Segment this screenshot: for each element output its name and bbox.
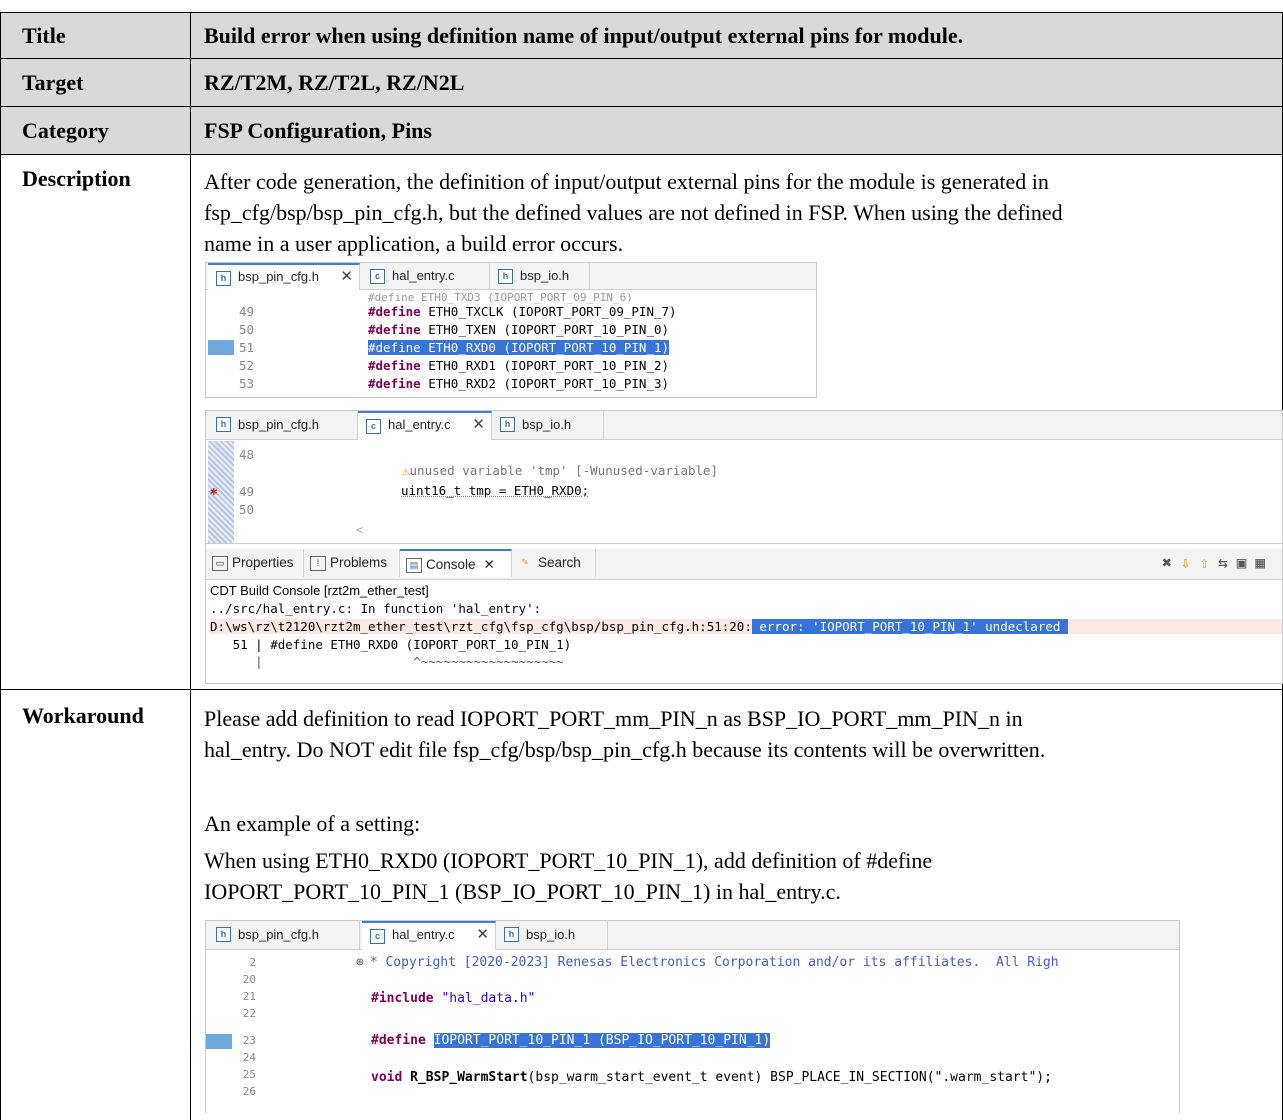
- target-value: RZ/T2M, RZ/T2L, RZ/N2L: [204, 70, 465, 95]
- selected-line: #define ETH0_RXD0 (IOPORT_PORT_10_PIN_1): [368, 340, 670, 355]
- clear-icon[interactable]: ✖: [1162, 553, 1181, 572]
- close-icon[interactable]: ✕: [472, 413, 485, 437]
- target-row: Target RZ/T2M, RZ/T2L, RZ/N2L: [0, 59, 1283, 107]
- console-icon: ▤: [406, 558, 422, 573]
- problems-icon: !: [310, 556, 326, 571]
- close-icon[interactable]: ✕: [340, 265, 353, 289]
- expand-icon[interactable]: ⊕: [356, 955, 364, 970]
- editor-screenshot-fix: h bsp_pin_cfg.h c hal_entry.c ✕ h bsp_io.h 2…: [205, 920, 1180, 1113]
- tab-console[interactable]: ▤ Console ✕: [400, 549, 512, 577]
- define-line: #define IOPORT_PORT_10_PIN_1 (BSP_IO_POR…: [371, 1033, 771, 1048]
- include-line: #include "hal_data.h": [371, 991, 536, 1006]
- description-line: After code generation, the definition of…: [204, 169, 1049, 194]
- properties-icon: ▭: [212, 556, 228, 571]
- editor-tabbar: h bsp_pin_cfg.h c hal_entry.c ✕ h bsp_io.h: [206, 411, 1282, 440]
- workaround-label: Workaround: [22, 703, 144, 728]
- workaround-line: An example of a setting:: [204, 811, 421, 836]
- tab-properties[interactable]: ▭ Properties: [206, 549, 304, 577]
- header-file-icon: h: [216, 927, 231, 942]
- issue-table: Title Build error when using definition …: [0, 0, 1283, 1120]
- description-line: name in a user application, a build erro…: [204, 231, 624, 256]
- workaround-line: When using ETH0_RXD0 (IOPORT_PORT_10_PIN…: [204, 848, 933, 873]
- title-value: Build error when using definition name o…: [204, 23, 964, 48]
- description-text: After code generation, the definition of…: [204, 166, 1264, 259]
- tab-hal-entry-c[interactable]: c hal_entry.c ✕: [358, 411, 492, 440]
- tab-bsp-io-h[interactable]: h bsp_io.h: [490, 263, 590, 289]
- header-file-icon: h: [216, 271, 231, 286]
- tab-bsp-pin-cfg-h[interactable]: h bsp_pin_cfg.h: [208, 921, 360, 949]
- code-line: uint16_t tmp = ETH0_RXD0;: [401, 483, 590, 498]
- scroll-left-icon[interactable]: <: [356, 523, 363, 537]
- view-tabbar: ▭ Properties ! Problems ▤ Console ✕ ✎ Search …: [206, 549, 1282, 580]
- tab-bsp-io-h[interactable]: h bsp_io.h: [492, 411, 604, 439]
- arrow-down-icon[interactable]: ⇩: [1181, 553, 1200, 572]
- search-icon: ✎: [521, 557, 529, 567]
- target-label: Target: [22, 70, 84, 95]
- c-file-icon: c: [370, 269, 385, 284]
- editor-screenshot-bsp-pin-cfg: h bsp_pin_cfg.h ✕ c hal_entry.c h bsp_io.h #…: [205, 262, 817, 398]
- close-icon[interactable]: ✕: [484, 557, 495, 572]
- category-value: FSP Configuration, Pins: [204, 118, 432, 143]
- arrow-up-icon[interactable]: ⇧: [1199, 553, 1218, 572]
- title-row: Title Build error when using definition …: [0, 13, 1283, 59]
- header-file-icon: h: [500, 417, 515, 432]
- workaround-example: An example of a setting: When using ETH0…: [204, 808, 1264, 907]
- editor-tabbar: h bsp_pin_cfg.h ✕ c hal_entry.c h bsp_io.h: [206, 263, 816, 290]
- workaround-line: Please add definition to read IOPORT_POR…: [204, 706, 1023, 731]
- console-title: CDT Build Console [rzt2m_ether_test]: [210, 583, 429, 598]
- console-line: 51 | #define ETH0_RXD0 (IOPORT_PORT_10_P…: [210, 637, 572, 652]
- title-label: Title: [22, 23, 66, 48]
- tab-hal-entry-c[interactable]: c hal_entry.c ✕: [362, 921, 496, 950]
- workaround-line: IOPORT_PORT_10_PIN_1 (BSP_IO_PORT_10_PIN…: [204, 879, 841, 904]
- tab-hal-entry-c[interactable]: c hal_entry.c: [362, 263, 490, 289]
- category-row: Category FSP Configuration, Pins: [0, 107, 1283, 155]
- c-file-icon: c: [366, 419, 381, 434]
- link-icon[interactable]: ⇆: [1218, 553, 1237, 572]
- tab-bsp-pin-cfg-h[interactable]: h bsp_pin_cfg.h ✕: [208, 263, 360, 290]
- tab-bsp-pin-cfg-h[interactable]: h bsp_pin_cfg.h: [208, 411, 358, 439]
- pin-icon[interactable]: ▣: [1237, 553, 1256, 572]
- close-icon[interactable]: ✕: [476, 923, 489, 947]
- console-error-line: D:\ws\rz\t2120\rzt2m_ether_test\rzt_cfg\…: [210, 619, 1282, 634]
- workaround-line: hal_entry. Do NOT edit file fsp_cfg/bsp/…: [204, 737, 1046, 762]
- description-line: fsp_cfg/bsp/bsp_pin_cfg.h, but the defin…: [204, 200, 1063, 225]
- header-file-icon: h: [498, 269, 513, 284]
- error-icon: ✱: [210, 483, 218, 498]
- c-file-icon: c: [370, 929, 385, 944]
- console-toolbar[interactable]: ✖⇩⇧⇆▣▦: [1162, 553, 1274, 572]
- tab-problems[interactable]: ! Problems: [304, 549, 400, 577]
- editor-tabbar: h bsp_pin_cfg.h c hal_entry.c ✕ h bsp_io.h: [206, 921, 1179, 950]
- copyright-comment: ⊕ * Copyright [2020-2023] Renesas Electro…: [356, 955, 1059, 970]
- console-line: ../src/hal_entry.c: In function 'hal_ent…: [210, 601, 542, 616]
- header-file-icon: h: [216, 417, 231, 432]
- category-label: Category: [22, 118, 109, 143]
- workaround-text: Please add definition to read IOPORT_POR…: [204, 703, 1264, 765]
- console-line: | ^~~~~~~~~~~~~~~~~~~~: [210, 654, 564, 669]
- display-icon[interactable]: ▦: [1255, 553, 1274, 572]
- description-label: Description: [22, 166, 131, 191]
- tab-search[interactable]: ✎ Search: [512, 549, 596, 577]
- header-file-icon: h: [504, 927, 519, 942]
- warning-icon: ⚠: [402, 463, 410, 478]
- editor-screenshot-hal-entry: h bsp_pin_cfg.h c hal_entry.c ✕ h bsp_io.h 4…: [205, 410, 1283, 684]
- warmstart-line: void R_BSP_WarmStart(bsp_warm_start_even…: [371, 1070, 1052, 1085]
- tab-bsp-io-h[interactable]: h bsp_io.h: [496, 921, 608, 949]
